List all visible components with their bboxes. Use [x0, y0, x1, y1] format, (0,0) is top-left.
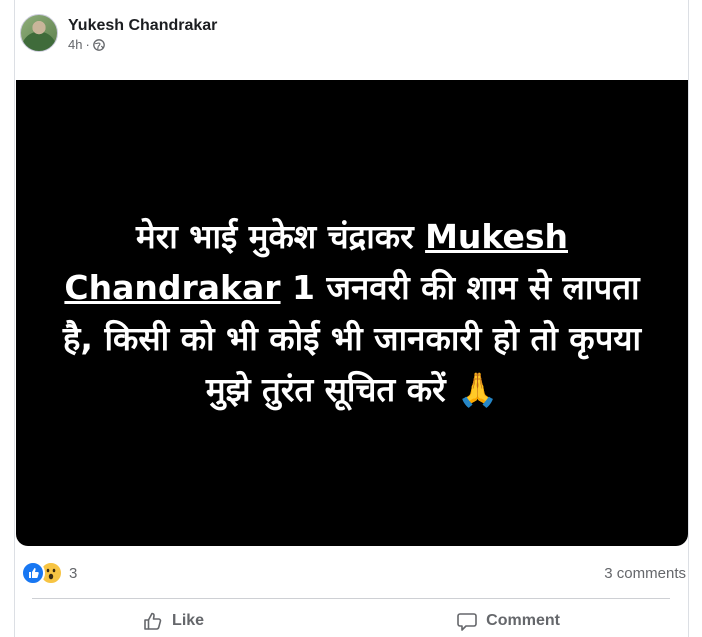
post-meta: Yukesh Chandrakar 4h ·	[68, 14, 217, 54]
text-before-link: मेरा भाई मुकेश चंद्राकर	[136, 217, 426, 256]
reaction-count[interactable]: 3	[69, 565, 77, 582]
post-time[interactable]: 4h	[68, 36, 82, 54]
thumbs-up-icon	[144, 612, 162, 630]
like-label: Like	[172, 611, 205, 629]
like-reaction-icon	[21, 561, 45, 585]
like-button[interactable]: Like	[102, 604, 244, 637]
globe-icon	[92, 39, 105, 51]
comment-button[interactable]: Comment	[416, 604, 600, 637]
post-actions: Like Comment	[16, 604, 686, 637]
post-time-row: 4h ·	[68, 36, 217, 54]
folded-hands-icon: 🙏	[457, 370, 499, 409]
comment-icon	[457, 612, 477, 631]
comments-count-link[interactable]: 3 comments	[604, 565, 686, 582]
reactions-summary[interactable]: 3	[21, 561, 77, 585]
post-stats: 3 3 comments	[21, 561, 686, 585]
divider	[32, 598, 670, 599]
post-text-image: मेरा भाई मुकेश चंद्राकर Mukesh Chandraka…	[62, 211, 642, 415]
comment-label: Comment	[486, 611, 560, 629]
post-media[interactable]: मेरा भाई मुकेश चंद्राकर Mukesh Chandraka…	[16, 80, 688, 546]
post-header: Yukesh Chandrakar 4h ·	[20, 14, 217, 58]
author-name[interactable]: Yukesh Chandrakar	[68, 16, 217, 36]
time-separator: ·	[85, 37, 90, 52]
avatar[interactable]	[20, 14, 58, 52]
